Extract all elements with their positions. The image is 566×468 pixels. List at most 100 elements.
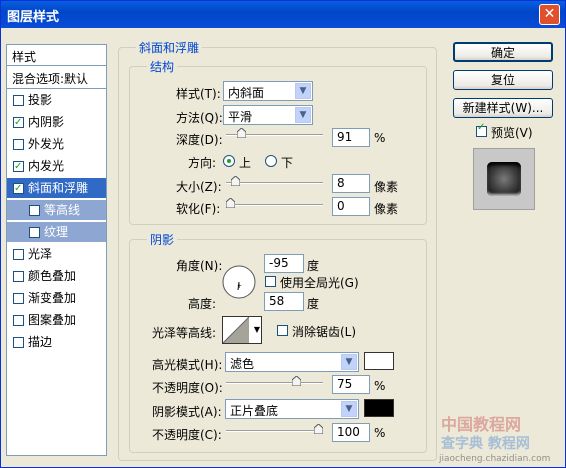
highlight-opacity-unit: %	[374, 379, 386, 393]
style-item-checkbox[interactable]	[13, 179, 24, 199]
technique-label: 方法(Q):	[176, 111, 223, 125]
style-item-label: 图案叠加	[28, 313, 77, 327]
highlight-mode-select[interactable]: 滤色 ▼	[225, 352, 359, 372]
watermark-line2: 查字典 教程网	[441, 436, 530, 452]
antialias-checkbox[interactable]	[277, 325, 288, 336]
ok-button[interactable]: 确定	[453, 42, 553, 62]
technique-value: 平滑	[228, 110, 253, 124]
contour-preview-icon	[223, 317, 249, 343]
bevel-style-select[interactable]: 内斜面 ▼	[223, 81, 313, 101]
direction-down-radio[interactable]	[265, 155, 277, 167]
gloss-contour-label: 光泽等高线:	[152, 326, 217, 340]
style-item-checkbox[interactable]	[13, 293, 24, 304]
style-item-checkbox[interactable]	[13, 139, 24, 150]
shadow-mode-value: 正片叠底	[230, 404, 279, 418]
angle-input[interactable]: -95	[264, 254, 304, 273]
highlight-opacity-slider[interactable]	[226, 376, 323, 386]
highlight-opacity-input[interactable]: 75	[332, 375, 370, 394]
style-item[interactable]: 内发光	[7, 156, 106, 177]
size-slider-track	[226, 182, 323, 184]
altitude-unit: 度	[307, 297, 320, 311]
shadow-opacity-slider[interactable]	[226, 424, 323, 434]
style-item[interactable]: 图案叠加	[7, 310, 106, 330]
chevron-down-icon: ▼	[253, 325, 260, 334]
size-slider[interactable]	[226, 176, 323, 186]
style-item[interactable]: 外发光	[7, 134, 106, 154]
style-item-label: 光泽	[28, 247, 53, 261]
depth-slider[interactable]	[226, 128, 323, 138]
style-preview-thumbnail	[473, 148, 535, 210]
shadow-mode-label: 阴影模式(A):	[152, 405, 222, 419]
shadow-color-swatch[interactable]	[364, 399, 394, 417]
reset-button[interactable]: 复位	[453, 70, 553, 90]
depth-input[interactable]: 91	[332, 128, 370, 147]
style-item-label: 描边	[28, 335, 53, 349]
style-item[interactable]: 等高线	[7, 200, 106, 220]
angle-label: 角度(N):	[176, 259, 223, 273]
slider-thumb-icon[interactable]	[237, 128, 246, 138]
shadow-opacity-label: 不透明度(C):	[152, 428, 222, 442]
shadow-mode-select[interactable]: 正片叠底 ▼	[225, 399, 359, 419]
new-style-button[interactable]: 新建样式(W)...	[453, 98, 553, 118]
style-item-checkbox[interactable]	[29, 205, 40, 216]
layer-style-dialog: 图层样式 ✕ 样式 混合选项:默认 投影内阴影外发光内发光斜面和浮雕等高线纹理光…	[0, 0, 566, 468]
bevel-group-title: 斜面和浮雕	[136, 39, 203, 56]
styles-list: 样式 混合选项:默认 投影内阴影外发光内发光斜面和浮雕等高线纹理光泽颜色叠加渐变…	[6, 44, 107, 456]
shadow-opacity-unit: %	[374, 426, 386, 440]
style-item[interactable]: 斜面和浮雕	[7, 178, 106, 199]
style-item-checkbox[interactable]	[13, 271, 24, 282]
blend-options-item[interactable]: 混合选项:默认	[7, 66, 106, 89]
slider-thumb-icon[interactable]	[226, 198, 235, 208]
style-item[interactable]: 描边	[7, 332, 106, 352]
styles-header[interactable]: 样式	[7, 45, 106, 66]
angle-dial[interactable]: +	[221, 264, 257, 300]
highlight-opacity-track	[226, 382, 323, 384]
direction-up-radio[interactable]	[223, 155, 235, 167]
style-item-label: 颜色叠加	[28, 269, 77, 283]
style-item[interactable]: 纹理	[7, 222, 106, 242]
bevel-style-value: 内斜面	[228, 86, 265, 100]
structure-title: 结构	[147, 58, 178, 75]
altitude-input[interactable]: 58	[264, 292, 304, 311]
global-light-label: 使用全局光(G)	[280, 276, 359, 290]
style-item[interactable]: 光泽	[7, 244, 106, 264]
style-item[interactable]: 内阴影	[7, 112, 106, 133]
style-item-checkbox[interactable]	[13, 249, 24, 260]
style-item-label: 纹理	[44, 225, 69, 239]
soften-input[interactable]: 0	[332, 197, 370, 216]
soften-unit: 像素	[374, 202, 399, 216]
soften-slider-track	[226, 204, 323, 206]
blend-options-label: 混合选项:默认	[12, 72, 89, 86]
direction-up-label: 上	[239, 156, 252, 170]
chevron-down-icon: ▼	[295, 83, 311, 99]
slider-thumb-icon[interactable]	[292, 376, 301, 386]
style-item[interactable]: 渐变叠加	[7, 288, 106, 308]
preview-checkbox[interactable]	[476, 122, 487, 137]
style-item-checkbox[interactable]	[13, 95, 24, 106]
soften-slider[interactable]	[226, 198, 323, 208]
gloss-contour-picker[interactable]: ▼	[222, 316, 262, 344]
style-item-checkbox[interactable]	[29, 227, 40, 238]
close-button[interactable]: ✕	[539, 4, 560, 25]
style-item-label: 外发光	[28, 137, 65, 151]
slider-thumb-icon[interactable]	[231, 176, 240, 186]
style-item-checkbox[interactable]	[13, 337, 24, 348]
global-light-checkbox[interactable]	[265, 276, 276, 287]
shadow-opacity-input[interactable]: 100	[332, 423, 370, 442]
style-item-label: 内阴影	[28, 115, 65, 129]
style-item-checkbox[interactable]	[13, 157, 24, 177]
style-item-label: 等高线	[44, 203, 81, 217]
style-item-label: 投影	[28, 93, 53, 107]
direction-down-label: 下	[281, 156, 294, 170]
style-item[interactable]: 颜色叠加	[7, 266, 106, 286]
highlight-mode-label: 高光模式(H):	[152, 358, 223, 372]
style-item-checkbox[interactable]	[13, 315, 24, 326]
style-item-label: 斜面和浮雕	[28, 181, 89, 195]
style-item-checkbox[interactable]	[13, 113, 24, 133]
style-item[interactable]: 投影	[7, 90, 106, 110]
size-input[interactable]: 8	[332, 174, 370, 193]
highlight-color-swatch[interactable]	[364, 352, 394, 370]
svg-text:+: +	[237, 283, 242, 290]
technique-select[interactable]: 平滑 ▼	[223, 105, 313, 125]
slider-thumb-icon[interactable]	[314, 424, 323, 434]
